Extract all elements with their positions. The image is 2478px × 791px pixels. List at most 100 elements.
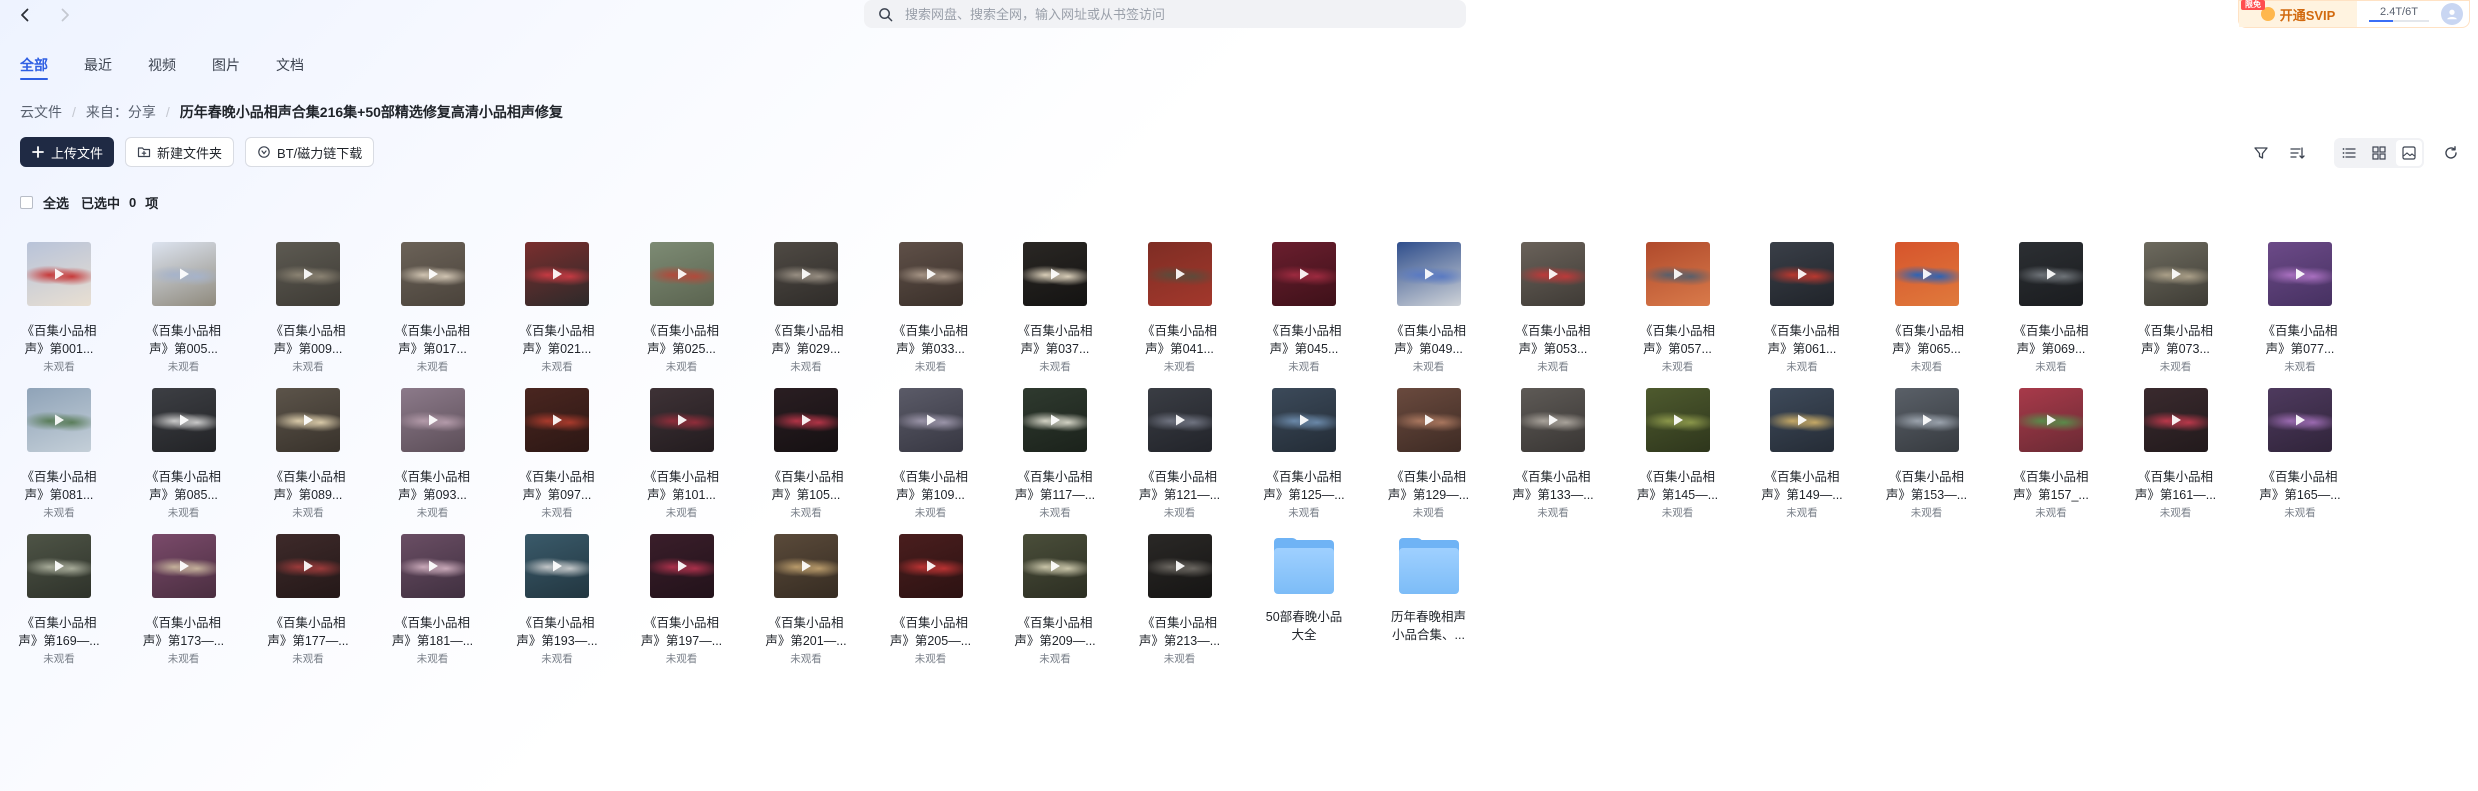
video-item[interactable]: 《百集小品相 声》第117—... 未观看 (1010, 388, 1100, 520)
video-thumbnail (1894, 242, 1959, 306)
search-bar[interactable] (864, 0, 1466, 28)
forward-button[interactable] (52, 2, 78, 28)
item-title: 《百集小品相 声》第213—... (1138, 616, 1221, 648)
video-item[interactable]: 《百集小品相 声》第089... 未观看 (263, 388, 353, 520)
video-item[interactable]: 《百集小品相 声》第021... 未观看 (512, 242, 602, 374)
tab-video[interactable]: 视频 (148, 55, 176, 85)
video-item[interactable]: 《百集小品相 声》第017... 未观看 (388, 242, 478, 374)
folder-item[interactable]: 50部春晚小品 大全 (1259, 534, 1349, 644)
video-item[interactable]: 《百集小品相 声》第085... 未观看 (139, 388, 229, 520)
upload-button[interactable]: 上传文件 (20, 137, 115, 167)
video-item[interactable]: 《百集小品相 声》第029... 未观看 (761, 242, 851, 374)
video-item[interactable]: 《百集小品相 声》第213—... 未观看 (1135, 534, 1225, 666)
video-item[interactable]: 《百集小品相 声》第109... 未观看 (886, 388, 976, 520)
bt-download-button[interactable]: BT/磁力链下载 (245, 137, 375, 167)
video-item[interactable]: 《百集小品相 声》第065... 未观看 (1882, 242, 1972, 374)
item-title: 《百集小品相 声》第177—... (267, 616, 349, 648)
video-item[interactable]: 《百集小品相 声》第157_... 未观看 (2006, 388, 2096, 520)
video-item[interactable]: 《百集小品相 声》第169—... 未观看 (14, 534, 104, 666)
video-item[interactable]: 《百集小品相 声》第081... 未观看 (14, 388, 104, 520)
play-icon (1424, 414, 1434, 426)
new-folder-button[interactable]: 新建文件夹 (125, 137, 235, 167)
tab-images[interactable]: 图片 (212, 55, 240, 85)
open-svip-button[interactable]: 限免 开通SVIP (2239, 0, 2357, 27)
watch-status: 未观看 (1163, 653, 1196, 665)
video-item[interactable]: 《百集小品相 声》第161—... 未观看 (2131, 388, 2221, 520)
play-icon (304, 268, 313, 280)
video-thumbnail (2143, 242, 2208, 306)
video-item[interactable]: 《百集小品相 声》第009... 未观看 (263, 242, 353, 374)
watch-status: 未观看 (1163, 361, 1196, 373)
storage-bar-fill (2369, 20, 2393, 22)
video-item[interactable]: 《百集小品相 声》第101... 未观看 (637, 388, 727, 520)
video-thumbnail (1147, 242, 1212, 306)
back-button[interactable] (12, 2, 38, 28)
video-item[interactable]: 《百集小品相 声》第053... 未观看 (1508, 242, 1598, 374)
refresh-button[interactable] (2438, 140, 2464, 166)
video-item[interactable]: 《百集小品相 声》第037... 未观看 (1010, 242, 1100, 374)
video-item[interactable]: 《百集小品相 声》第173—... 未观看 (139, 534, 229, 666)
video-item[interactable]: 《百集小品相 声》第205—... 未观看 (886, 534, 976, 666)
tab-documents[interactable]: 文档 (276, 55, 304, 85)
video-item[interactable]: 《百集小品相 声》第033... 未观看 (886, 242, 976, 374)
video-item[interactable]: 《百集小品相 声》第105... 未观看 (761, 388, 851, 520)
video-item[interactable]: 《百集小品相 声》第001... 未观看 (14, 242, 104, 374)
avatar[interactable] (2441, 3, 2463, 25)
list-view-button[interactable] (2336, 140, 2362, 166)
video-item[interactable]: 《百集小品相 声》第145—... 未观看 (1633, 388, 1723, 520)
select-all-label[interactable]: 全选 (43, 193, 69, 212)
video-item[interactable]: 《百集小品相 声》第133—... 未观看 (1508, 388, 1598, 520)
video-item[interactable]: 《百集小品相 声》第149—... 未观看 (1757, 388, 1847, 520)
video-item[interactable]: 《百集小品相 声》第093... 未观看 (388, 388, 478, 520)
breadcrumb-source[interactable]: 来自：分享 (86, 102, 156, 122)
filter-button[interactable] (2248, 140, 2274, 166)
video-item[interactable]: 《百集小品相 声》第057... 未观看 (1633, 242, 1723, 374)
video-item[interactable]: 《百集小品相 声》第073... 未观看 (2131, 242, 2221, 374)
video-thumbnail (276, 534, 340, 598)
search-input[interactable] (905, 6, 1425, 22)
video-item[interactable]: 《百集小品相 声》第177—... 未观看 (263, 534, 353, 666)
video-item[interactable]: 《百集小品相 声》第069... 未观看 (2006, 242, 2096, 374)
thumbnail-view-button[interactable] (2396, 140, 2422, 166)
video-item[interactable]: 《百集小品相 声》第061... 未观看 (1757, 242, 1847, 374)
play-icon (677, 268, 687, 280)
video-item[interactable]: 《百集小品相 声》第181—... 未观看 (388, 534, 478, 666)
watch-status: 未观看 (167, 361, 200, 373)
play-icon (1922, 414, 1932, 426)
item-title: 《百集小品相 声》第145—... (1636, 470, 1719, 502)
video-item[interactable]: 《百集小品相 声》第125—... 未观看 (1259, 388, 1349, 520)
video-item[interactable]: 《百集小品相 声》第025... 未观看 (637, 242, 727, 374)
watch-status: 未观看 (1537, 361, 1569, 373)
grid-view-button[interactable] (2366, 140, 2392, 166)
video-item[interactable]: 《百集小品相 声》第129—... 未观看 (1384, 388, 1474, 520)
folder-item[interactable]: 历年春晚相声 小品合集、... (1384, 534, 1474, 644)
watch-status: 未观看 (1910, 507, 1943, 519)
storage-indicator[interactable]: 2.4T/6T (2357, 6, 2441, 22)
video-item[interactable]: 《百集小品相 声》第045... 未观看 (1259, 242, 1349, 374)
video-item[interactable]: 《百集小品相 声》第197—... 未观看 (637, 534, 727, 666)
video-item[interactable]: 《百集小品相 声》第097... 未观看 (512, 388, 602, 520)
tab-all[interactable]: 全部 (20, 55, 48, 85)
video-item[interactable]: 《百集小品相 声》第049... 未观看 (1384, 242, 1474, 374)
video-item[interactable]: 《百集小品相 声》第121—... 未观看 (1135, 388, 1225, 520)
video-item[interactable]: 《百集小品相 声》第193—... 未观看 (512, 534, 602, 666)
video-item[interactable]: 《百集小品相 声》第153—... 未观看 (1882, 388, 1972, 520)
watch-status: 未观看 (2284, 507, 2316, 519)
watch-status: 未观看 (292, 361, 324, 373)
video-thumbnail (774, 242, 838, 306)
video-item[interactable]: 《百集小品相 声》第077... 未观看 (2255, 242, 2345, 374)
video-item[interactable]: 《百集小品相 声》第165—... 未观看 (2255, 388, 2345, 520)
video-item[interactable]: 《百集小品相 声》第005... 未观看 (139, 242, 229, 374)
breadcrumb-root[interactable]: 云文件 (20, 102, 62, 122)
select-all-checkbox[interactable] (20, 196, 33, 209)
watch-status: 未观看 (665, 361, 698, 373)
video-thumbnail (1645, 242, 1710, 306)
video-item[interactable]: 《百集小品相 声》第201—... 未观看 (761, 534, 851, 666)
video-thumbnail (774, 388, 838, 452)
selected-prefix: 已选中 (81, 196, 121, 211)
sort-button[interactable] (2284, 140, 2310, 166)
bt-download-label: BT/磁力链下载 (277, 145, 363, 161)
video-item[interactable]: 《百集小品相 声》第209—... 未观看 (1010, 534, 1100, 666)
video-item[interactable]: 《百集小品相 声》第041... 未观看 (1135, 242, 1225, 374)
tab-recent[interactable]: 最近 (84, 55, 112, 85)
